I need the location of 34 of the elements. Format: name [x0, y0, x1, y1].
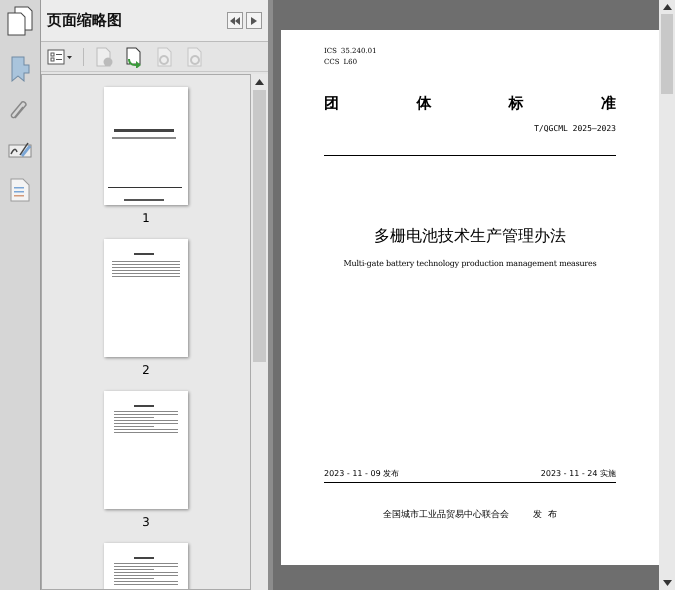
document-subtitle: Multi-gate battery technology production management measures — [344, 258, 596, 270]
page-number: 3 — [142, 514, 150, 531]
signature-icon[interactable] — [8, 140, 32, 160]
collapse-button[interactable] — [227, 12, 243, 29]
scrollbar[interactable] — [251, 74, 268, 590]
page-number: 2 — [142, 362, 150, 379]
standard-heading-char: 标 — [508, 93, 524, 114]
publish-label: 发 布 — [533, 508, 557, 522]
standard-heading-char: 团 — [324, 93, 339, 114]
effective-date: 2023 - 11 - 24 实施 — [540, 468, 616, 480]
panel-title: 页面缩略图 — [47, 10, 123, 32]
double-left-arrow-icon — [230, 16, 240, 24]
options-menu-icon[interactable] — [47, 48, 73, 64]
page-number: 1 — [142, 210, 150, 227]
scroll-up-icon[interactable] — [255, 79, 264, 85]
standard-heading-char: 准 — [600, 93, 616, 114]
bookmark-icon[interactable] — [10, 56, 30, 82]
publisher: 全国城市工业品贸易中心联合会 — [383, 508, 510, 522]
document-icon[interactable] — [10, 178, 30, 202]
scroll-thumb[interactable] — [661, 14, 673, 94]
scroll-down-icon[interactable] — [662, 580, 672, 586]
page-thumbnail[interactable] — [104, 391, 188, 509]
right-arrow-icon — [251, 16, 257, 24]
standard-heading-char: 体 — [416, 93, 432, 114]
page-thumbnail[interactable] — [104, 87, 188, 205]
pages-icon[interactable] — [7, 6, 33, 36]
issue-date: 2023 - 11 - 09 发布 — [324, 468, 400, 480]
document-title: 多栅电池技术生产管理办法 — [374, 224, 566, 246]
expand-button[interactable] — [246, 12, 262, 29]
scroll-thumb[interactable] — [253, 90, 266, 362]
standard-code: T/QGCML 2025—2023 — [534, 122, 616, 134]
page-thumbnail[interactable] — [104, 239, 188, 357]
scroll-up-icon[interactable] — [662, 4, 672, 10]
scrollbar[interactable] — [659, 0, 675, 590]
